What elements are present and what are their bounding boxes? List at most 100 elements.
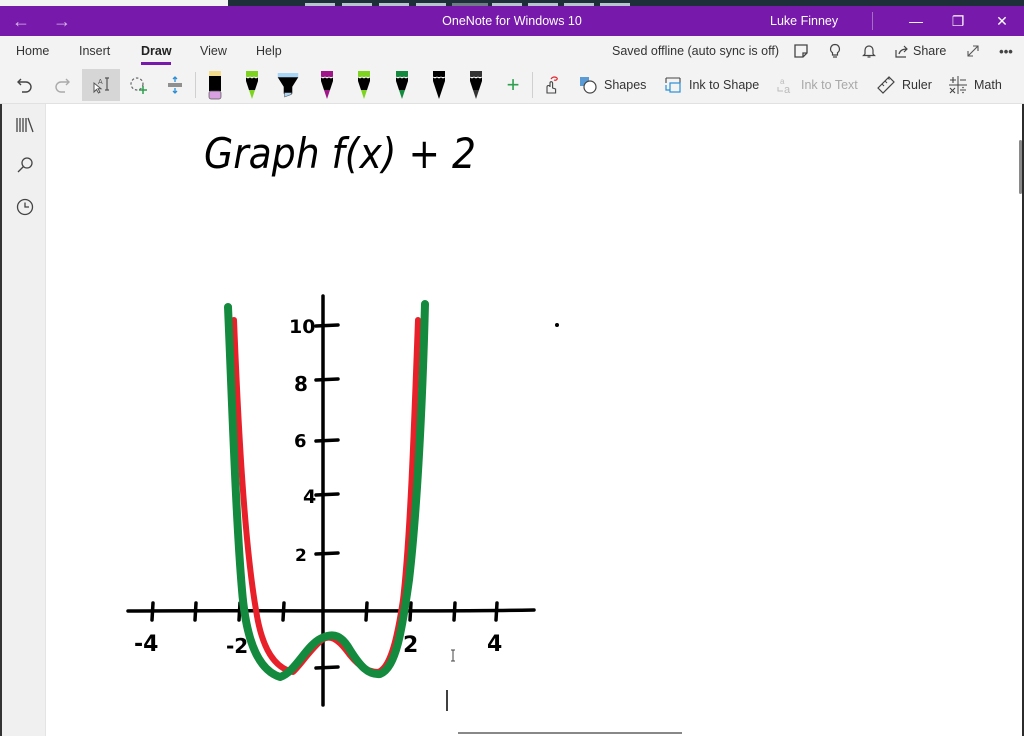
onenote-window: ← → OneNote for Windows 10 Luke Finney —… [0,0,1024,736]
close-button[interactable]: ✕ [982,8,1022,34]
share-label[interactable]: Share [913,44,946,58]
x-tick [494,601,499,622]
math-label: Math [974,78,1002,92]
active-tab-indicator [141,62,171,65]
shapes-icon [580,77,597,94]
shapes-button[interactable]: Shapes [578,69,646,101]
y-tick-label: 4 [303,486,316,508]
more-options-button[interactable]: ••• [996,41,1016,61]
x-tick-label: 2 [403,633,418,658]
sticky-notes-button[interactable] [791,41,811,61]
y-tick [314,665,340,670]
pen-icon [245,71,259,99]
pen-pen-6[interactable] [427,69,451,101]
plus-icon: + [506,72,520,97]
ink-to-shape-button[interactable]: Ink to Shape [663,69,759,101]
pen-pen-3[interactable] [315,69,339,101]
toolbar-separator [195,72,196,98]
graph-axes [126,294,536,707]
user-name[interactable]: Luke Finney [770,14,838,28]
math-button[interactable]: Math [948,69,1002,101]
y-ticks [314,323,340,670]
ink-layer: Graph f(x) + 2 -4 -2 2 4 10 8 6 4 2 [126,129,682,734]
pen-icon [357,71,371,99]
ink-to-shape-label: Ink to Shape [689,78,760,92]
tab-view[interactable]: View [200,44,227,58]
lasso-icon [130,77,147,94]
redo-button[interactable] [47,69,77,101]
sticky-note-icon [794,44,808,58]
bell-icon [862,45,876,58]
toolbar-separator [532,72,533,98]
search-icon [17,157,33,173]
y-tick [314,323,340,328]
restore-button[interactable]: ❐ [938,8,978,34]
tell-me-button[interactable] [825,41,845,61]
pen-pen-5[interactable] [390,69,414,101]
pen-highlighter-2[interactable] [276,69,300,101]
window-title: OneNote for Windows 10 [442,14,582,28]
navigation-sidebar [0,104,46,736]
x-tick [408,601,413,622]
sidebar-item-notebooks[interactable] [14,114,36,136]
tab-help[interactable]: Help [256,44,282,58]
x-axis [126,608,536,613]
tab-draw[interactable]: Draw [141,44,172,58]
add-space-button[interactable] [160,69,190,101]
close-icon: ✕ [996,13,1008,29]
ruler-label: Ruler [902,78,932,92]
y-tick-label: 10 [289,316,315,338]
select-text-icon: A [93,77,109,94]
y-tick [314,551,340,556]
share-button[interactable] [892,41,912,61]
type-select-button[interactable]: A [82,69,120,101]
full-screen-button[interactable] [963,41,983,61]
tab-home[interactable]: Home [16,44,49,58]
x-tick-label: -4 [134,632,158,657]
share-icon [895,45,908,58]
ruler-icon [877,76,895,94]
svg-text:a: a [784,84,791,95]
x-tick [364,601,369,622]
undo-button[interactable] [10,69,40,101]
ribbon: Home Insert Draw View Help Saved offline… [0,36,1024,104]
ink-replay-button[interactable] [539,69,563,101]
minimize-button[interactable]: — [896,8,936,34]
notebooks-icon [16,117,34,133]
y-tick [314,438,340,443]
ink-dot [555,323,559,327]
math-icon [949,76,967,94]
tab-insert[interactable]: Insert [79,44,110,58]
highlighter-icon [277,73,299,98]
notifications-button[interactable] [859,41,879,61]
pen-pen-7[interactable] [464,69,488,101]
lasso-select-button[interactable] [124,69,154,101]
ink-to-text-label: Ink to Text [801,78,858,92]
svg-text:A: A [98,79,103,86]
pen-icon [395,71,409,99]
y-tick-label: 2 [295,546,307,566]
handwritten-title: Graph f(x) + 2 [204,129,476,178]
sidebar-item-search[interactable] [14,154,36,176]
y-tick-label: 8 [294,372,308,396]
x-tick [150,601,155,622]
x-tick [281,601,286,622]
title-separator [872,12,873,30]
y-tick [314,377,340,382]
pen-pen-1[interactable] [240,69,264,101]
y-tick [314,492,340,497]
pen-pen-4[interactable] [352,69,376,101]
pen-icon [469,71,483,99]
ruler-button[interactable]: Ruler [876,69,932,101]
add-pen-button[interactable]: + [501,69,525,101]
sidebar-item-recent[interactable] [14,196,36,218]
page-canvas[interactable]: Graph f(x) + 2 -4 -2 2 4 10 8 6 4 2 [46,104,1020,736]
clock-icon [16,198,34,216]
x-tick [193,601,198,622]
pen-icon [432,71,446,99]
restore-icon: ❐ [951,13,965,29]
redo-icon [55,78,70,93]
pen-eraser-0[interactable] [203,69,227,101]
ink-to-text-button[interactable]: aa Ink to Text [775,69,858,101]
expand-icon [967,45,979,57]
